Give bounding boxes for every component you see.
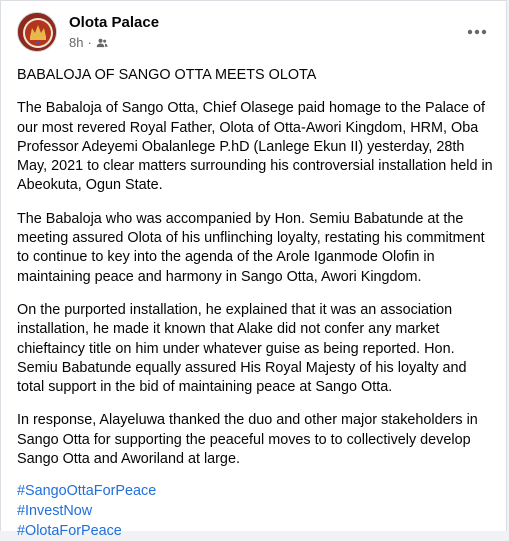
hashtag-link[interactable]: #InvestNow — [17, 501, 493, 521]
post-paragraph: The Babaloja of Sango Otta, Chief Olaseg… — [17, 100, 493, 194]
friends-icon[interactable] — [96, 37, 108, 49]
post-meta: 8h · — [69, 35, 108, 50]
page-name[interactable]: Olota Palace — [69, 14, 159, 31]
crest-icon — [18, 13, 56, 51]
hashtag-link[interactable]: #SangoOttaForPeace — [17, 481, 493, 501]
meta-separator: · — [87, 35, 92, 50]
hashtag-link[interactable]: #OlotaForPeace — [17, 521, 493, 541]
hashtag-list: #SangoOttaForPeace #InvestNow #OlotaForP… — [17, 481, 493, 541]
page-avatar[interactable] — [17, 12, 57, 52]
more-dots-icon — [467, 29, 487, 35]
post-paragraph: In response, Alayeluwa thanked the duo a… — [17, 412, 478, 468]
more-options-button[interactable] — [462, 17, 492, 47]
post-card: Olota Palace 8h · BABALOJA OF SANGO OTTA… — [0, 0, 507, 539]
post-paragraph: On the purported installation, he explai… — [17, 301, 467, 396]
post-body: BABALOJA OF SANGO OTTA MEETS OLOTA The B… — [17, 66, 493, 541]
post-title: BABALOJA OF SANGO OTTA MEETS OLOTA — [17, 67, 317, 83]
post-time[interactable]: 8h — [69, 35, 83, 50]
post-paragraph: The Babaloja who was accompanied by Hon.… — [17, 210, 485, 285]
post-header: Olota Palace 8h · — [17, 12, 492, 56]
